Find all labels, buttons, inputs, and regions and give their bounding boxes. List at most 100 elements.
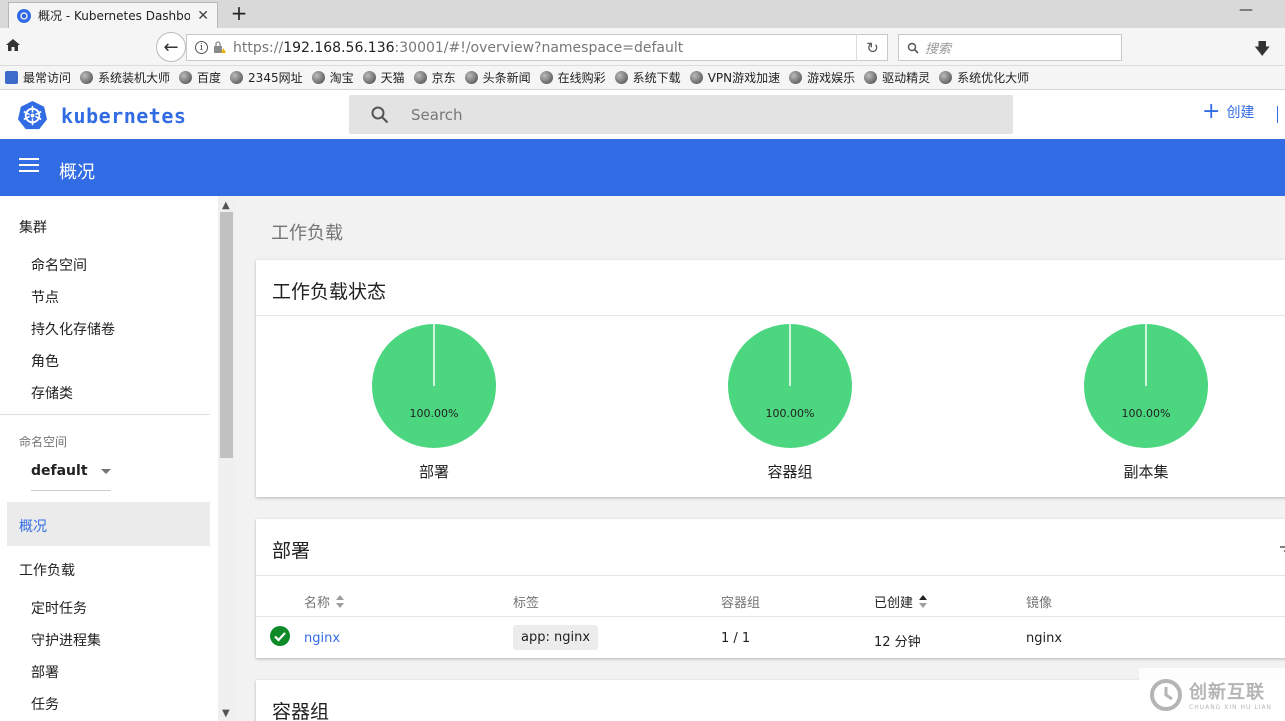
browser-tab[interactable]: 概况 - Kubernetes Dashbo ✕: [8, 2, 218, 28]
main-content: 工作负载 工作负载状态 100.00% 部署 100.00% 容器组 100.0…: [235, 196, 1285, 721]
bookmark-item[interactable]: 系统装机大师: [80, 69, 170, 86]
bookmark-item[interactable]: 头条新闻: [464, 69, 531, 86]
sidebar-scrollbar[interactable]: ▲ ▼: [218, 196, 235, 721]
pie-chart-deployments[interactable]: 100.00%: [369, 322, 499, 450]
kubernetes-favicon-icon: [17, 8, 31, 23]
bookmark-item[interactable]: 京东: [413, 69, 456, 86]
watermark-text: 创新互联: [1189, 682, 1265, 703]
bookmark-label: 2345网址: [248, 71, 303, 85]
scroll-up-icon[interactable]: ▲: [222, 200, 230, 211]
browser-nav-bar: ← i https://192.168.56.136:30001/#!/over…: [0, 28, 1285, 66]
globe-icon: [80, 71, 94, 84]
pie-label-pods: 容器组: [767, 463, 813, 481]
deployments-card: 部署 名称 标签 容器组 已创建 镜像 nginx app: nginx 1 /…: [256, 519, 1285, 658]
download-icon[interactable]: 🡇: [1254, 38, 1270, 65]
sidebar-item-namespaces[interactable]: 命名空间: [31, 255, 87, 275]
pods-card: 容器组: [256, 680, 1285, 721]
reload-icon[interactable]: ↻: [856, 34, 888, 61]
column-header-created[interactable]: 已创建: [874, 592, 928, 611]
namespace-select[interactable]: default: [31, 463, 111, 491]
sidebar-item-persistent-volumes[interactable]: 持久化存储卷: [31, 319, 115, 339]
url-host: 192.168.56.136: [283, 39, 395, 56]
sidebar-item-daemon-sets[interactable]: 守护进程集: [31, 630, 101, 650]
back-button[interactable]: ←: [156, 32, 186, 62]
check-circle-icon: [270, 626, 290, 646]
dropdown-arrow-icon: [101, 469, 111, 474]
sidebar-section-cluster[interactable]: 集群: [19, 217, 47, 237]
bookmark-item[interactable]: 淘宝: [311, 69, 354, 86]
bookmark-item[interactable]: VPN游戏加速: [689, 69, 781, 86]
url-scheme: https://: [233, 39, 284, 56]
column-header-label: 容器组: [721, 596, 761, 611]
bookmark-item[interactable]: 在线购彩: [539, 69, 606, 86]
bookmark-label: 驱动精灵: [882, 71, 931, 85]
scroll-down-icon[interactable]: ▼: [222, 708, 230, 719]
card-title: 部署: [272, 540, 311, 562]
sidebar-item-roles[interactable]: 角色: [31, 351, 59, 371]
pie-chart-replica-sets[interactable]: 100.00%: [1081, 322, 1211, 450]
pie-svg: 100.00%: [728, 324, 852, 448]
label-chip: app: nginx: [513, 625, 599, 650]
info-icon[interactable]: i: [195, 41, 208, 54]
kubernetes-logo-icon[interactable]: [17, 100, 48, 131]
deployment-pods: 1 / 1: [721, 631, 751, 646]
bookmark-label: 京东: [431, 71, 456, 85]
sidebar-section-workloads[interactable]: 工作负载: [19, 560, 75, 580]
sidebar-divider: [0, 414, 210, 415]
bookmark-item[interactable]: 系统下载: [614, 69, 681, 86]
bookmark-label: 在线购彩: [557, 71, 606, 85]
card-divider: [256, 315, 1285, 316]
page-title: 概况: [59, 162, 95, 183]
app-logo-text[interactable]: kubernetes: [61, 104, 186, 128]
tab-title: 概况 - Kubernetes Dashbo: [38, 9, 191, 23]
column-header-labels: 标签: [513, 592, 539, 611]
column-header-image: 镜像: [1026, 592, 1052, 611]
workload-status-card: 工作负载状态 100.00% 部署 100.00% 容器组 100.00% 副本…: [256, 260, 1285, 497]
sidebar-item-overview[interactable]: 概况: [7, 502, 210, 546]
sidebar-item-nodes[interactable]: 节点: [31, 287, 59, 307]
deployment-name-link[interactable]: nginx: [304, 631, 340, 646]
bookmark-item[interactable]: 百度: [179, 69, 221, 86]
sidebar-item-cron-jobs[interactable]: 定时任务: [31, 598, 87, 618]
address-bar[interactable]: i https://192.168.56.136:30001/#!/overvi…: [186, 34, 888, 61]
bookmark-label: 天猫: [380, 71, 405, 85]
sidebar-item-storage-classes[interactable]: 存储类: [31, 383, 73, 403]
bookmark-item[interactable]: 2345网址: [230, 69, 303, 86]
column-header-name[interactable]: 名称: [304, 592, 345, 611]
new-tab-icon[interactable]: +: [228, 2, 250, 24]
tab-close-icon[interactable]: ✕: [197, 8, 209, 24]
globe-icon: [464, 71, 478, 84]
search-input[interactable]: Search: [349, 95, 1013, 134]
home-icon[interactable]: [5, 37, 21, 53]
pie-chart-pods[interactable]: 100.00%: [725, 322, 855, 450]
pie-percent: 100.00%: [410, 407, 459, 420]
card-title: 工作负载状态: [272, 281, 387, 303]
window-minimize-icon[interactable]: —: [1239, 2, 1253, 18]
toolbar-divider: [1277, 106, 1278, 123]
globe-icon: [539, 71, 553, 84]
column-header-label: 名称: [304, 596, 331, 611]
hamburger-menu-icon[interactable]: [19, 158, 39, 174]
globe-icon: [789, 71, 803, 84]
bookmark-item[interactable]: 游戏娱乐: [789, 69, 855, 86]
web-search-box[interactable]: 搜索: [898, 34, 1122, 61]
security-warning-icon[interactable]: [212, 41, 226, 54]
globe-icon: [864, 71, 878, 84]
filter-icon[interactable]: [1280, 545, 1285, 555]
pie-svg: 100.00%: [372, 324, 496, 448]
watermark-logo-icon: [1150, 678, 1182, 711]
table-row-divider: [256, 616, 1285, 617]
scrollbar-thumb[interactable]: [220, 212, 233, 458]
sidebar-item-jobs[interactable]: 任务: [31, 694, 59, 714]
create-button[interactable]: + 创建: [1202, 101, 1254, 123]
pie-svg: 100.00%: [1084, 324, 1208, 448]
globe-icon: [230, 71, 244, 84]
bookmark-item[interactable]: 最常访问: [5, 69, 71, 86]
bookmark-item[interactable]: 系统优化大师: [939, 69, 1029, 86]
bookmark-label: VPN游戏加速: [707, 71, 781, 85]
sidebar-item-overview-label: 概况: [19, 519, 47, 535]
bookmark-item[interactable]: 驱动精灵: [864, 69, 930, 86]
card-divider: [256, 575, 1285, 576]
bookmark-item[interactable]: 天猫: [362, 69, 405, 86]
sidebar-item-deployments[interactable]: 部署: [31, 662, 59, 682]
